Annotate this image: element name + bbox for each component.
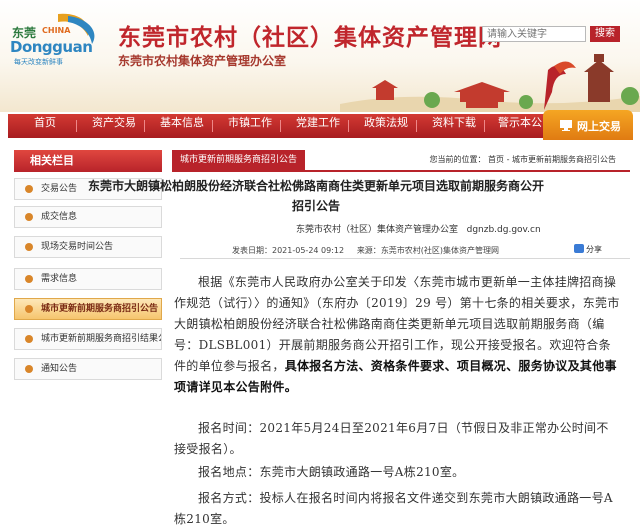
logo-china-text: CHINA xyxy=(42,26,71,35)
site-title: 东莞市农村（社区）集体资产管理网 xyxy=(118,25,502,51)
share-label: 分享 xyxy=(586,245,602,254)
sidebar: 相关栏目 交易公告 成交信息 现场交易时间公告 需求信息 城市更新前期服务商招引… xyxy=(14,150,162,380)
bullet-icon xyxy=(25,243,33,251)
publisher-name: 东莞市农村（社区）集体资产管理办公室 xyxy=(296,225,459,235)
sidebar-item-label: 需求信息 xyxy=(41,274,78,284)
bullet-icon xyxy=(25,335,33,343)
article-meta: 发表日期：2021-05-24 09:12 来源：东莞市农村(社区)集体资产管理… xyxy=(232,245,499,256)
article-title-line: 招引公告 xyxy=(291,199,340,213)
sidebar-item-renewal-service-notice[interactable]: 城市更新前期服务商招引公告 xyxy=(14,298,162,320)
nav-separator xyxy=(484,120,485,132)
nav-separator xyxy=(144,120,145,132)
site-header: 东莞 CHINA Dongguan 每天改变新鲜事 东莞市农村（社区）集体资产管… xyxy=(0,0,640,112)
nav-party-work[interactable]: 党建工作 xyxy=(296,114,340,138)
sidebar-item-label: 通知公告 xyxy=(41,364,78,374)
share-button[interactable]: 分享 xyxy=(574,244,602,255)
sidebar-item-demand-info[interactable]: 需求信息 xyxy=(14,268,162,290)
publisher-site: dgnzb.dg.gov.cn xyxy=(466,225,541,235)
article-title-line: 东莞市大朗镇松柏朗股份经济联合社松佛路南商住类更新单元项目选取前期服务商公开 xyxy=(87,179,544,193)
bullet-icon xyxy=(25,305,33,313)
publisher-line: 东莞市农村（社区）集体资产管理办公室 dgnzb.dg.gov.cn xyxy=(296,222,541,235)
search-button[interactable]: 搜索 xyxy=(590,26,620,42)
nav-separator xyxy=(280,120,281,132)
logo-slogan: 每天改变新鲜事 xyxy=(14,58,63,66)
sidebar-item-label: 现场交易时间公告 xyxy=(41,242,114,252)
bullet-icon xyxy=(25,365,33,373)
nav-asset-trading[interactable]: 资产交易 xyxy=(92,114,136,138)
breadcrumb: 您当前的位置： 首页 - 城市更新前期服务商招引公告 xyxy=(429,155,616,164)
publish-time: 2021-05-24 09:12 xyxy=(272,246,345,255)
article-paragraph-2: 报名时间：2021年5月24日至2021年6月7日（节假日及非正常办公时间不接受… xyxy=(174,421,609,456)
content-tab-bar: 城市更新前期服务商招引公告 您当前的位置： 首页 - 城市更新前期服务商招引公告 xyxy=(172,150,630,172)
divider xyxy=(180,258,630,259)
sidebar-item-notices[interactable]: 通知公告 xyxy=(14,358,162,380)
publish-time-label: 发表日期： xyxy=(232,246,272,255)
landmark-illustration xyxy=(340,54,640,112)
nav-separator xyxy=(348,120,349,132)
nav-separator xyxy=(212,120,213,132)
bullet-icon xyxy=(25,275,33,283)
sidebar-title: 相关栏目 xyxy=(14,150,162,172)
nav-separator xyxy=(416,120,417,132)
sidebar-item-label: 城市更新前期服务商招引结果公示 xyxy=(41,334,161,344)
sidebar-item-onsite-schedule[interactable]: 现场交易时间公告 xyxy=(14,236,162,258)
nav-downloads[interactable]: 资料下载 xyxy=(432,114,476,138)
tab-renewal-service-notice[interactable]: 城市更新前期服务商招引公告 xyxy=(172,150,306,170)
nav-policies[interactable]: 政策法规 xyxy=(364,114,408,138)
source-value: 东莞市农村(社区)集体资产管理网 xyxy=(380,246,500,255)
article-paragraph-4: 报名方式：投标人在报名时间内将报名文件递交到东莞市大朗镇政通路一号A栋210室。 xyxy=(174,491,613,526)
share-icon xyxy=(574,244,584,253)
source-label: 来源： xyxy=(356,246,381,255)
search-input[interactable] xyxy=(482,26,586,42)
article-paragraph-1: 根据《东莞市人民政府办公室关于印发〈东莞市城市更新单一主体挂牌招商操作规范（试行… xyxy=(174,272,620,398)
main-nav: 首页 资产交易 基本信息 市镇工作 党建工作 政策法规 资料下载 警示本公 xyxy=(8,114,632,138)
nav-home[interactable]: 首页 xyxy=(34,114,56,138)
nav-separator xyxy=(76,120,77,132)
nav-warning[interactable]: 警示本公 xyxy=(498,114,542,138)
online-trading-button[interactable]: 网上交易 xyxy=(543,110,633,140)
dongguan-logo[interactable]: 东莞 CHINA Dongguan 每天改变新鲜事 xyxy=(8,10,104,70)
logo-english-text: Dongguan xyxy=(10,38,93,56)
sidebar-item-renewal-service-result[interactable]: 城市更新前期服务商招引结果公示 xyxy=(14,328,162,350)
article-title: 东莞市大朗镇松柏朗股份经济联合社松佛路南商住类更新单元项目选取前期服务商公开 招… xyxy=(6,176,626,216)
nav-basic-info[interactable]: 基本信息 xyxy=(160,114,204,138)
online-trading-label: 网上交易 xyxy=(577,120,621,133)
nav-city-town-work[interactable]: 市镇工作 xyxy=(228,114,272,138)
sidebar-item-label: 城市更新前期服务商招引公告 xyxy=(41,304,159,314)
article-paragraph-3: 报名地点：东莞市大朗镇政通路一号A栋210室。 xyxy=(198,465,465,479)
site-subtitle: 东莞市农村集体资产管理办公室 xyxy=(118,54,287,68)
computer-icon xyxy=(560,120,572,131)
